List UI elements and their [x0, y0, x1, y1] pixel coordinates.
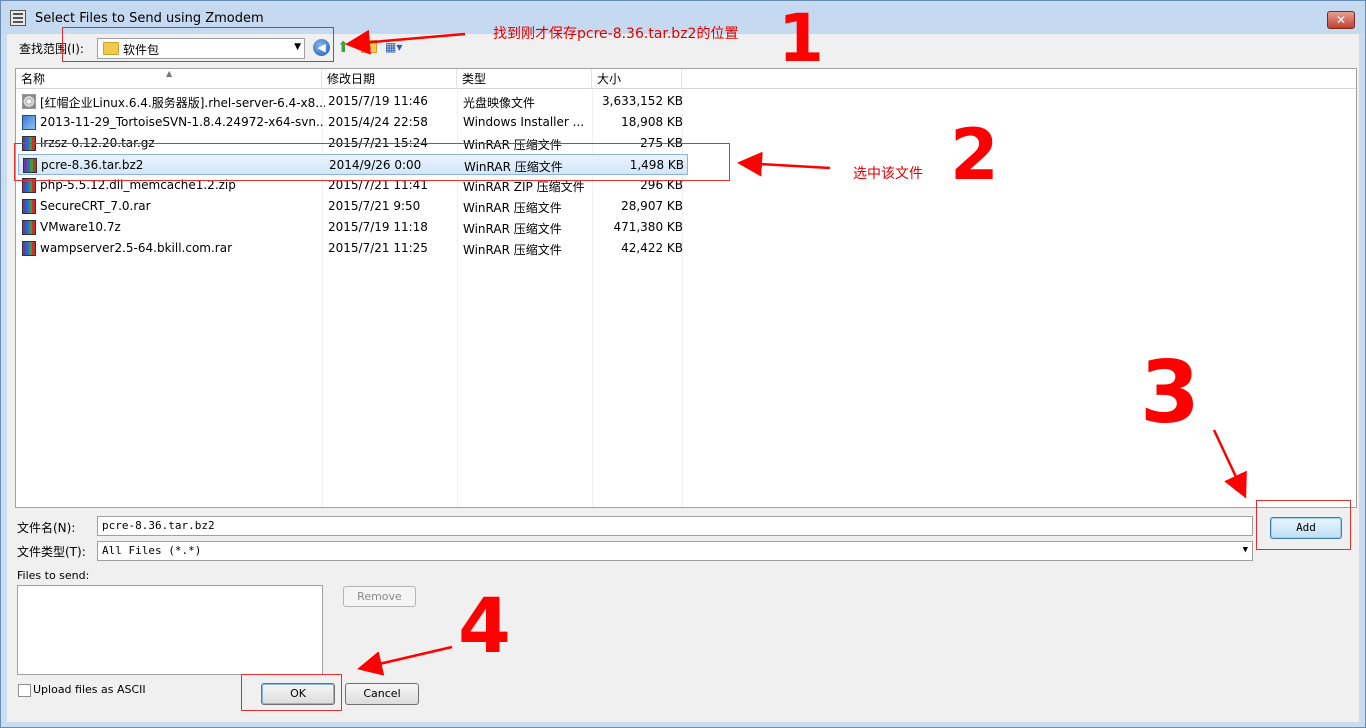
file-size: 471,380 KB: [613, 220, 683, 234]
file-type: Windows Installer ...: [463, 115, 585, 129]
annotation-step-2: 2: [950, 114, 999, 196]
winrar-archive-icon: [22, 220, 36, 235]
filename-input[interactable]: pcre-8.36.tar.bz2: [97, 516, 1253, 536]
sort-ascending-icon: ▲: [166, 69, 173, 78]
files-to-send-label: Files to send:: [17, 569, 90, 582]
close-button[interactable]: ✕: [1327, 11, 1355, 29]
winrar-archive-icon: [22, 199, 36, 214]
annotation-note-2: 选中该文件: [853, 166, 923, 182]
file-date: 2015/7/19 11:46: [328, 94, 428, 108]
file-name: 2013-11-29_TortoiseSVN-1.8.4.24972-x64-s…: [40, 115, 325, 129]
file-date: 2015/7/19 11:18: [328, 220, 428, 234]
file-type: WinRAR 压缩文件: [463, 243, 562, 257]
file-size: 18,908 KB: [621, 115, 683, 129]
table-row[interactable]: wampserver2.5-64.bkill.com.rar 2015/7/21…: [18, 238, 688, 259]
file-type: 光盘映像文件: [463, 96, 536, 110]
file-type: WinRAR 压缩文件: [463, 201, 562, 215]
column-name-label: 名称: [21, 72, 46, 86]
filetype-select[interactable]: All Files (*.*) ▼: [97, 541, 1253, 561]
annotation-box-ok: [241, 674, 342, 711]
file-date: 2015/7/21 9:50: [328, 199, 421, 213]
files-to-send-list[interactable]: [17, 585, 323, 675]
annotation-box-file: [14, 143, 730, 181]
chevron-down-icon[interactable]: ▼: [1243, 545, 1248, 555]
cancel-button[interactable]: Cancel: [345, 683, 419, 705]
column-header-size[interactable]: 大小: [592, 69, 682, 89]
app-icon: [10, 10, 26, 26]
column-header-type[interactable]: 类型: [457, 69, 592, 89]
filetype-value: All Files (*.*): [102, 544, 202, 557]
file-name: wampserver2.5-64.bkill.com.rar: [40, 241, 233, 255]
file-size: 3,633,152 KB: [602, 94, 683, 108]
disc-image-icon: [22, 94, 36, 109]
winrar-archive-icon: [22, 241, 36, 256]
filename-label: 文件名(N):: [17, 521, 76, 535]
table-row[interactable]: [红帽企业Linux.6.4.服务器版].rhel-server-6.4-x8.…: [18, 91, 688, 112]
table-row[interactable]: VMware10.7z 2015/7/19 11:18 WinRAR 压缩文件 …: [18, 217, 688, 238]
up-folder-icon[interactable]: ⬆: [337, 38, 355, 56]
annotation-note-1: 找到刚才保存pcre-8.36.tar.bz2的位置: [493, 26, 739, 42]
file-date: 2015/4/24 22:58: [328, 115, 428, 129]
view-menu-icon[interactable]: ▦▾: [385, 39, 409, 55]
list-header: 名称 ▲ 修改日期 类型 大小: [16, 69, 1356, 89]
annotation-box-add: [1256, 500, 1351, 550]
column-header-date[interactable]: 修改日期: [322, 69, 457, 89]
new-folder-icon[interactable]: [361, 40, 377, 53]
annotation-step-4: 4: [458, 581, 511, 670]
remove-button[interactable]: Remove: [343, 586, 416, 607]
upload-ascii-label: Upload files as ASCII: [33, 683, 146, 696]
file-date: 2015/7/21 11:25: [328, 241, 428, 255]
column-header-name[interactable]: 名称 ▲: [16, 69, 322, 89]
file-size: 28,907 KB: [621, 199, 683, 213]
file-name: VMware10.7z: [40, 220, 121, 234]
annotation-box-lookin: [62, 27, 334, 62]
file-type: WinRAR 压缩文件: [463, 222, 562, 236]
file-size: 42,422 KB: [621, 241, 683, 255]
upload-ascii-checkbox[interactable]: [18, 684, 31, 697]
installer-icon: [22, 115, 36, 130]
file-name: [红帽企业Linux.6.4.服务器版].rhel-server-6.4-x8.…: [40, 96, 325, 110]
table-row[interactable]: 2013-11-29_TortoiseSVN-1.8.4.24972-x64-s…: [18, 112, 688, 133]
table-row[interactable]: SecureCRT_7.0.rar 2015/7/21 9:50 WinRAR …: [18, 196, 688, 217]
filetype-label: 文件类型(T):: [17, 545, 86, 559]
window-title: Select Files to Send using Zmodem: [35, 11, 264, 26]
annotation-step-1: 1: [778, 0, 824, 77]
file-name: SecureCRT_7.0.rar: [40, 199, 151, 213]
annotation-step-3: 3: [1140, 343, 1200, 443]
